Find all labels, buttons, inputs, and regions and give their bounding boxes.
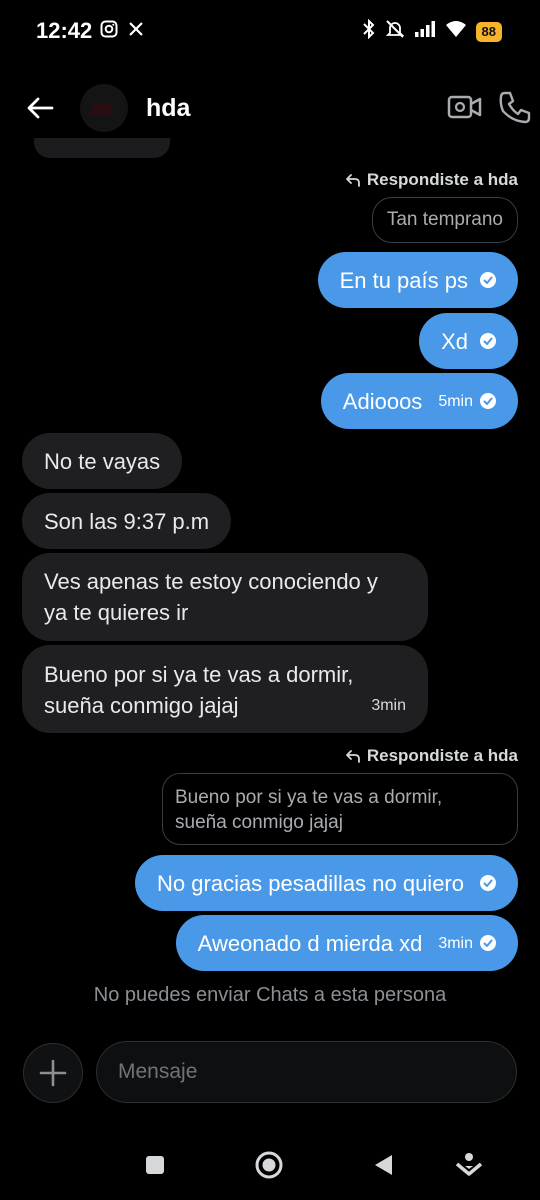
home-button[interactable]	[254, 1150, 284, 1180]
received-message[interactable]: Son las 9:37 p.m	[22, 493, 232, 549]
x-icon	[128, 21, 144, 42]
sent-message[interactable]: En tu país ps	[317, 252, 518, 308]
back-triangle-icon	[375, 1155, 392, 1175]
add-attachment-button[interactable]	[23, 1043, 83, 1103]
instagram-icon	[100, 20, 118, 43]
system-nav-bar	[0, 1140, 540, 1190]
video-call-icon	[447, 95, 482, 119]
home-circle-icon	[255, 1151, 283, 1179]
wifi-icon	[445, 20, 467, 43]
mute-icon	[385, 19, 405, 44]
signal-icon	[414, 20, 436, 43]
message-input[interactable]	[96, 1041, 517, 1103]
read-check-icon	[480, 875, 496, 891]
bluetooth-icon	[362, 18, 376, 44]
reply-label: Respondiste a hda	[345, 746, 518, 766]
sent-message[interactable]: Adiooos 5min	[320, 373, 518, 429]
avatar[interactable]	[80, 84, 128, 132]
cannot-send-notice: No puedes enviar Chats a esta persona	[93, 984, 447, 1006]
read-check-icon	[480, 272, 496, 288]
quoted-message[interactable]: Tan temprano	[371, 197, 518, 243]
video-call-button[interactable]	[446, 92, 484, 124]
phone-icon	[499, 91, 531, 124]
recents-button[interactable]	[140, 1150, 170, 1180]
assistant-icon	[455, 1153, 483, 1176]
sent-message[interactable]: Aweonado d mierda xd 3min	[175, 915, 518, 971]
assistant-button[interactable]	[454, 1150, 484, 1180]
phone-call-button[interactable]	[498, 90, 534, 126]
read-check-icon	[480, 333, 496, 349]
battery-indicator: 88	[475, 21, 502, 42]
received-message[interactable]: Ves apenas te estoy conociendo y ya te q…	[22, 553, 428, 641]
back-arrow-icon	[27, 97, 54, 119]
quoted-message[interactable]: Bueno por si ya te vas a dormir, sueña c…	[162, 773, 518, 845]
message-time: 3min	[438, 934, 473, 952]
sent-message[interactable]: Xd	[419, 313, 518, 369]
message-time: 3min	[371, 697, 406, 714]
chat-header: hda	[0, 72, 540, 144]
sent-message[interactable]: No gracias pesadillas no quiero	[135, 855, 518, 911]
contact-name[interactable]: hda	[146, 94, 190, 123]
reply-label: Respondiste a hda	[345, 170, 518, 190]
reply-arrow-icon	[345, 174, 360, 187]
read-check-icon	[480, 393, 496, 409]
status-time: 12:42	[36, 18, 93, 43]
recents-square-icon	[146, 1156, 164, 1174]
reply-arrow-icon	[345, 750, 360, 763]
status-bar: 12:42 88	[0, 0, 540, 60]
back-nav-button[interactable]	[368, 1150, 398, 1180]
message-time: 5min	[438, 392, 473, 410]
previous-message-edge	[34, 138, 170, 158]
received-message[interactable]: Bueno por si ya te vas a dormir, sueña c…	[22, 645, 428, 733]
plus-icon	[39, 1059, 67, 1087]
received-message[interactable]: No te vayas	[22, 433, 183, 489]
read-check-icon	[480, 935, 496, 951]
back-button[interactable]	[22, 90, 58, 126]
